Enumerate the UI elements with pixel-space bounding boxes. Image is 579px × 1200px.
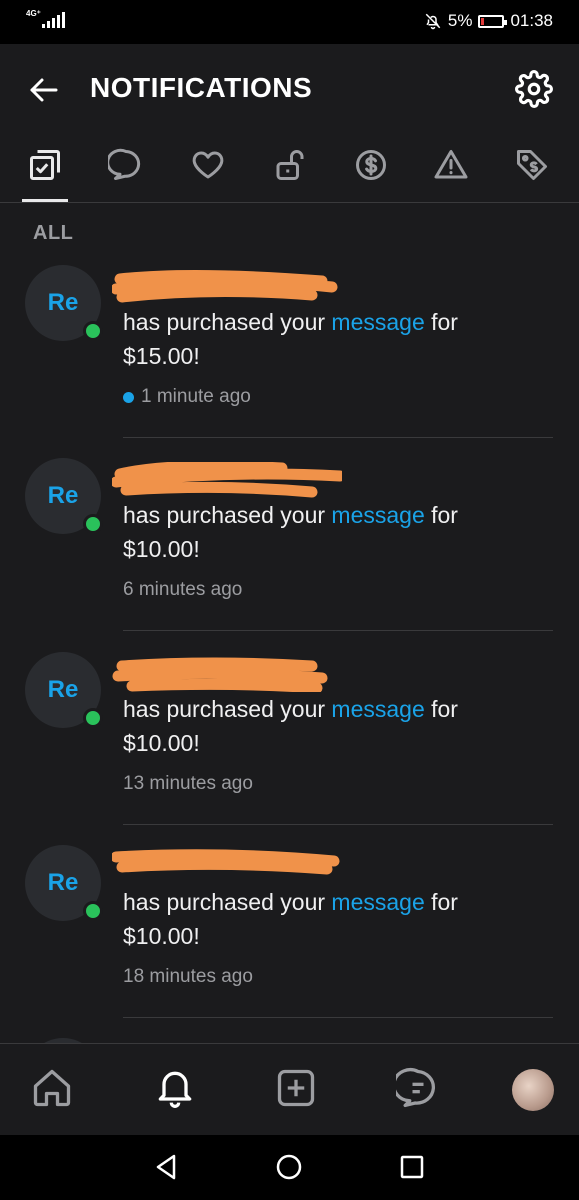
notification-text: has purchased your message for $10.00! bbox=[123, 889, 458, 949]
tab-unlocks[interactable] bbox=[265, 140, 315, 190]
online-indicator bbox=[83, 708, 103, 728]
tab-comments[interactable] bbox=[101, 140, 151, 190]
unread-dot bbox=[123, 391, 134, 403]
divider bbox=[123, 437, 553, 438]
notification-item[interactable]: Re has purchased your message for $10.00… bbox=[0, 845, 579, 1038]
divider bbox=[123, 824, 553, 825]
unlock-icon bbox=[276, 150, 304, 180]
divider bbox=[123, 630, 553, 631]
messages-icon bbox=[396, 1068, 435, 1108]
bell-icon bbox=[158, 1071, 192, 1108]
nav-messages[interactable] bbox=[394, 1064, 442, 1112]
timestamp: 1 minute ago bbox=[123, 386, 251, 408]
battery-icon bbox=[478, 14, 508, 28]
tab-all[interactable] bbox=[20, 140, 70, 202]
battery-percent: 5% bbox=[447, 11, 473, 30]
message-link[interactable]: message bbox=[331, 502, 424, 528]
notification-item[interactable]: Re has purchased your message for $15.00… bbox=[0, 265, 579, 458]
nav-notifications[interactable] bbox=[151, 1064, 199, 1112]
tab-promotions[interactable] bbox=[507, 140, 557, 190]
header: NOTIFICATIONS bbox=[0, 44, 579, 134]
divider bbox=[123, 1017, 553, 1018]
network-indicator: 4G⁺ bbox=[26, 9, 41, 18]
page-title: NOTIFICATIONS bbox=[90, 72, 313, 103]
profile-avatar[interactable] bbox=[512, 1069, 554, 1111]
notification-item[interactable]: Re has purchased your message for $10.00… bbox=[0, 458, 579, 651]
message-link[interactable]: message bbox=[331, 696, 424, 722]
signal-icon bbox=[42, 12, 65, 28]
online-indicator bbox=[83, 901, 103, 921]
timestamp: 6 minutes ago bbox=[123, 579, 243, 600]
system-nav-bar bbox=[0, 1135, 579, 1200]
add-post-icon bbox=[277, 1069, 315, 1107]
clock: 01:38 bbox=[510, 11, 553, 30]
checklist-icon bbox=[30, 150, 60, 180]
redaction-mark bbox=[112, 849, 340, 875]
message-link[interactable]: message bbox=[331, 309, 424, 335]
section-label: ALL bbox=[33, 222, 74, 244]
timestamp: 18 minutes ago bbox=[123, 966, 253, 987]
status-bar: 4G⁺ 5% 01:38 bbox=[0, 0, 579, 44]
nav-add-post[interactable] bbox=[272, 1064, 320, 1112]
recents-square-icon[interactable] bbox=[396, 1151, 428, 1183]
amount: $10.00! bbox=[123, 730, 200, 756]
notification-text: has purchased your message for $10.00! bbox=[123, 502, 458, 562]
amount: $15.00! bbox=[123, 343, 200, 369]
notification-text: has purchased your message for $15.00! bbox=[123, 309, 458, 369]
online-indicator bbox=[83, 321, 103, 341]
nav-home[interactable] bbox=[28, 1064, 76, 1112]
redaction-mark bbox=[112, 657, 328, 692]
home-circle-icon[interactable] bbox=[273, 1151, 305, 1183]
dollar-icon bbox=[356, 150, 386, 180]
message-link[interactable]: message bbox=[331, 889, 424, 915]
notification-item[interactable]: Re has purchased your message for $10.00… bbox=[0, 652, 579, 845]
tab-alerts[interactable] bbox=[426, 140, 476, 190]
amount: $10.00! bbox=[123, 536, 200, 562]
tab-tips[interactable] bbox=[346, 140, 396, 190]
home-icon bbox=[33, 1069, 71, 1107]
back-triangle-icon[interactable] bbox=[150, 1151, 182, 1183]
tag-icon bbox=[517, 150, 547, 180]
amount: $10.00! bbox=[123, 923, 200, 949]
redaction-mark bbox=[112, 462, 342, 498]
redaction-mark bbox=[112, 269, 338, 303]
notification-text: has purchased your message for $10.00! bbox=[123, 696, 458, 756]
warning-icon bbox=[434, 150, 468, 179]
filter-tabs bbox=[0, 134, 579, 203]
gear-icon[interactable] bbox=[515, 70, 553, 108]
bottom-nav bbox=[0, 1043, 579, 1136]
tab-likes[interactable] bbox=[183, 140, 233, 190]
back-arrow-icon[interactable] bbox=[26, 72, 62, 108]
heart-icon bbox=[192, 151, 224, 179]
bell-off-icon bbox=[425, 13, 441, 30]
timestamp: 13 minutes ago bbox=[123, 773, 253, 794]
comment-icon bbox=[108, 148, 141, 180]
online-indicator bbox=[83, 514, 103, 534]
